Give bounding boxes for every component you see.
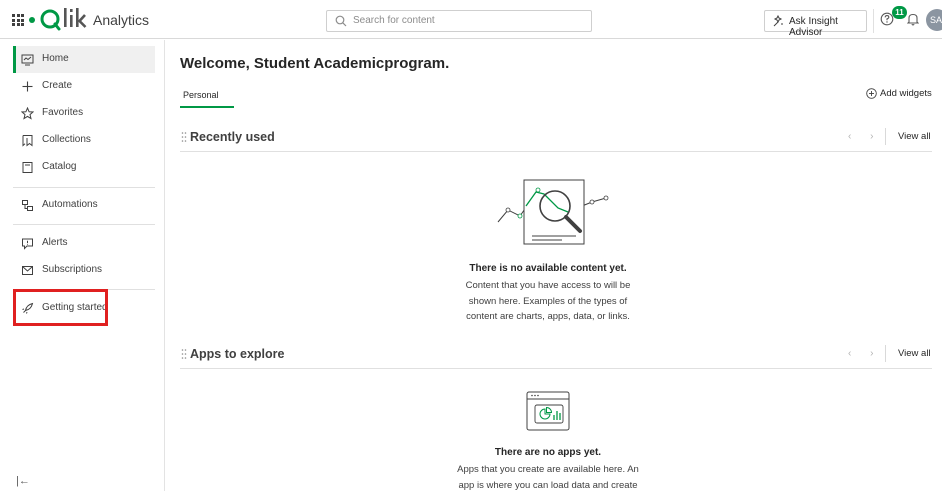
add-circle-icon <box>866 88 877 99</box>
sidebar-item-alerts[interactable]: Alerts <box>13 230 155 257</box>
sidebar-item-label: Subscriptions <box>42 264 103 275</box>
section-apps-to-explore: Apps to explore ‹ › View all <box>180 343 932 369</box>
plus-icon <box>22 81 33 92</box>
section-divider <box>885 128 886 145</box>
section-title: Recently used <box>190 130 275 144</box>
sidebar-item-home[interactable]: Home <box>13 46 155 73</box>
carousel-arrows[interactable]: ‹ › <box>848 131 881 142</box>
insight-button-label: Ask Insight Advisor <box>789 16 838 38</box>
sidebar-item-create[interactable]: Create <box>13 73 155 100</box>
sidebar-item-label: Home <box>42 53 69 64</box>
page-title: Welcome, Student Academicprogram. <box>180 55 450 72</box>
mail-icon <box>22 266 33 275</box>
alert-icon <box>22 238 33 250</box>
top-bar: Analytics Search for content Ask Insight… <box>0 0 942 39</box>
view-all-link[interactable]: View all <box>898 348 931 359</box>
collapse-sidebar-icon[interactable]: |← <box>16 475 30 487</box>
sidebar-item-catalog[interactable]: Catalog <box>13 154 155 181</box>
section-recently-used: Recently used ‹ › View all <box>180 126 932 152</box>
search-input[interactable]: Search for content <box>326 10 592 32</box>
sidebar-item-label: Favorites <box>42 107 84 118</box>
search-placeholder: Search for content <box>353 15 435 26</box>
section-title: Apps to explore <box>190 347 285 361</box>
logo-dot <box>29 17 35 23</box>
carousel-arrows[interactable]: ‹ › <box>848 348 881 359</box>
sidebar-divider <box>13 187 155 188</box>
header-divider <box>873 9 874 33</box>
sidebar-item-label: Create <box>42 80 73 91</box>
section-divider <box>885 345 886 362</box>
empty-state-title: There are no apps yet. <box>494 447 602 458</box>
empty-content-illustration <box>497 179 609 245</box>
insight-icon <box>773 15 783 27</box>
sidebar-item-favorites[interactable]: Favorites <box>13 100 155 127</box>
app-illustration <box>526 391 570 431</box>
sidebar-item-label: Automations <box>42 199 98 210</box>
bookmark-icon <box>22 135 33 147</box>
sidebar-item-label: Collections <box>42 134 91 145</box>
catalog-icon <box>22 162 33 173</box>
drag-handle-icon[interactable] <box>181 348 187 360</box>
star-icon <box>21 107 34 120</box>
notification-badge: 11 <box>892 6 907 19</box>
grid-menu-icon[interactable] <box>12 14 24 26</box>
empty-state-title: There is no available content yet. <box>469 263 627 274</box>
sidebar-item-automations[interactable]: Automations <box>13 192 155 219</box>
search-icon <box>335 15 347 27</box>
drag-handle-icon[interactable] <box>181 131 187 143</box>
sidebar: Home Create Favorites Collections Catalo… <box>0 40 165 491</box>
add-widgets-label: Add widgets <box>880 88 932 99</box>
home-icon <box>21 54 34 66</box>
qlik-logo[interactable] <box>39 6 89 32</box>
empty-state-text: Apps that you create are available here.… <box>457 464 639 491</box>
sidebar-item-collections[interactable]: Collections <box>13 127 155 154</box>
view-all-link[interactable]: View all <box>898 131 931 142</box>
ask-insight-advisor-button[interactable]: Ask Insight Advisor <box>764 10 867 38</box>
empty-state-text: Content that you have access to will be … <box>465 280 631 322</box>
tab-personal[interactable]: Personal <box>180 84 234 108</box>
app-name: Analytics <box>93 12 150 28</box>
highlight-box <box>13 289 108 326</box>
sidebar-item-subscriptions[interactable]: Subscriptions <box>13 257 155 284</box>
sidebar-divider <box>13 224 155 225</box>
automation-icon <box>22 200 33 211</box>
sidebar-item-label: Catalog <box>42 161 77 172</box>
avatar[interactable]: SA <box>926 9 942 31</box>
sidebar-item-label: Alerts <box>42 237 68 248</box>
bell-icon[interactable] <box>907 12 919 26</box>
tab-label: Personal <box>183 90 219 100</box>
